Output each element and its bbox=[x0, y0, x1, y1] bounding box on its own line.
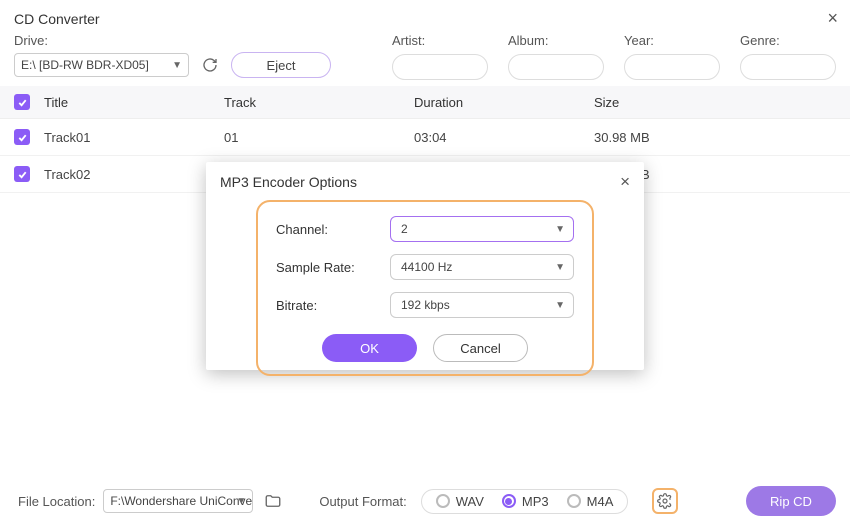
chevron-down-icon: ▼ bbox=[555, 300, 565, 311]
col-title: Title bbox=[44, 95, 224, 110]
ok-label: OK bbox=[360, 341, 379, 356]
row-checkbox[interactable] bbox=[14, 129, 30, 145]
file-location-select[interactable]: F:\Wondershare UniConverter ▼ bbox=[103, 489, 253, 513]
bitrate-select[interactable]: 192 kbps ▼ bbox=[390, 292, 574, 318]
refresh-button[interactable] bbox=[199, 54, 221, 76]
format-m4a-label: M4A bbox=[587, 494, 614, 509]
rip-cd-button[interactable]: Rip CD bbox=[746, 486, 836, 516]
artist-input[interactable] bbox=[392, 54, 488, 80]
cell-title: Track01 bbox=[44, 130, 224, 145]
table-head: Title Track Duration Size bbox=[0, 86, 850, 119]
year-input[interactable] bbox=[624, 54, 720, 80]
dialog-close-icon[interactable]: × bbox=[620, 172, 630, 192]
sample-rate-select[interactable]: 44100 Hz ▼ bbox=[390, 254, 574, 280]
window-title: CD Converter bbox=[14, 11, 100, 27]
select-all-checkbox[interactable] bbox=[14, 94, 30, 110]
artist-label: Artist: bbox=[392, 33, 488, 48]
sample-rate-label: Sample Rate: bbox=[276, 260, 370, 275]
chevron-down-icon: ▼ bbox=[555, 224, 565, 235]
bitrate-label: Bitrate: bbox=[276, 298, 370, 313]
drive-select[interactable]: E:\ [BD-RW BDR-XD05] ▼ bbox=[14, 53, 189, 77]
format-mp3-radio[interactable]: MP3 bbox=[502, 494, 549, 509]
chevron-down-icon: ▼ bbox=[172, 60, 182, 71]
eject-label: Eject bbox=[267, 58, 296, 73]
row-checkbox[interactable] bbox=[14, 166, 30, 182]
radio-icon bbox=[502, 494, 516, 508]
format-wav-radio[interactable]: WAV bbox=[436, 494, 484, 509]
file-location-label: File Location: bbox=[18, 494, 95, 509]
refresh-icon bbox=[202, 57, 218, 73]
channel-label: Channel: bbox=[276, 222, 370, 237]
output-format-group: WAV MP3 M4A bbox=[421, 489, 629, 514]
drive-value: E:\ [BD-RW BDR-XD05] bbox=[21, 58, 149, 72]
file-location-value: F:\Wondershare UniConverter bbox=[110, 494, 253, 508]
cell-track: 01 bbox=[224, 130, 414, 145]
cell-title: Track02 bbox=[44, 167, 224, 182]
album-input[interactable] bbox=[508, 54, 604, 80]
chevron-down-icon: ▼ bbox=[236, 496, 246, 507]
format-mp3-label: MP3 bbox=[522, 494, 549, 509]
chevron-down-icon: ▼ bbox=[555, 262, 565, 273]
col-track: Track bbox=[224, 95, 414, 110]
table-row[interactable]: Track01 01 03:04 30.98 MB bbox=[0, 119, 850, 156]
radio-icon bbox=[436, 494, 450, 508]
album-label: Album: bbox=[508, 33, 604, 48]
cell-size: 30.98 MB bbox=[594, 130, 836, 145]
year-label: Year: bbox=[624, 33, 720, 48]
col-size: Size bbox=[594, 95, 836, 110]
open-folder-button[interactable] bbox=[263, 492, 283, 510]
ok-button[interactable]: OK bbox=[322, 334, 417, 362]
close-icon[interactable]: × bbox=[827, 8, 838, 29]
col-duration: Duration bbox=[414, 95, 594, 110]
cancel-label: Cancel bbox=[460, 341, 500, 356]
radio-icon bbox=[567, 494, 581, 508]
format-wav-label: WAV bbox=[456, 494, 484, 509]
bitrate-value: 192 kbps bbox=[401, 298, 450, 312]
drive-label: Drive: bbox=[14, 33, 332, 48]
folder-icon bbox=[263, 492, 283, 510]
encoder-options-dialog: MP3 Encoder Options × Channel: 2 ▼ Sampl… bbox=[206, 162, 644, 370]
channel-select[interactable]: 2 ▼ bbox=[390, 216, 574, 242]
encoder-settings-button[interactable] bbox=[652, 488, 678, 514]
gear-icon bbox=[657, 493, 673, 509]
output-format-label: Output Format: bbox=[319, 494, 406, 509]
sample-rate-value: 44100 Hz bbox=[401, 260, 452, 274]
genre-label: Genre: bbox=[740, 33, 836, 48]
channel-value: 2 bbox=[401, 222, 408, 236]
format-m4a-radio[interactable]: M4A bbox=[567, 494, 614, 509]
rip-cd-label: Rip CD bbox=[770, 494, 812, 509]
cell-duration: 03:04 bbox=[414, 130, 594, 145]
dialog-title: MP3 Encoder Options bbox=[220, 174, 357, 190]
cancel-button[interactable]: Cancel bbox=[433, 334, 528, 362]
eject-button[interactable]: Eject bbox=[231, 52, 331, 78]
genre-input[interactable] bbox=[740, 54, 836, 80]
